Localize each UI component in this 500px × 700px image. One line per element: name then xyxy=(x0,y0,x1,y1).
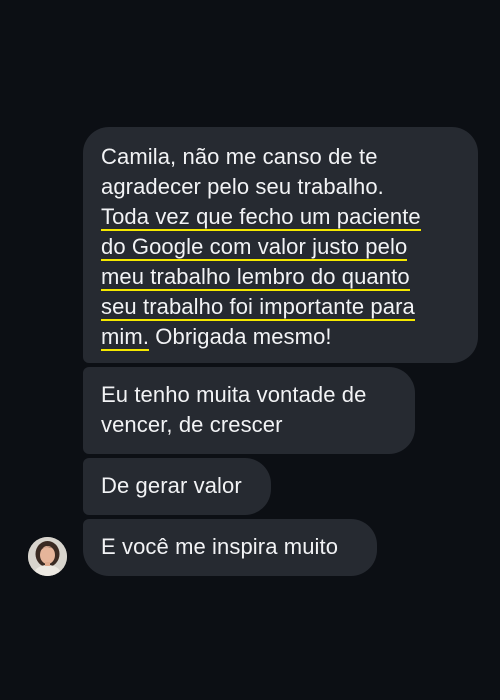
message-line: De gerar valor xyxy=(101,473,242,498)
avatar-photo-icon xyxy=(28,537,67,576)
message-line: Toda vez que fecho um paciente xyxy=(101,202,460,232)
message-line: agradecer pelo seu trabalho. xyxy=(101,174,384,199)
user-avatar-icon[interactable] xyxy=(28,537,67,576)
message-line: vencer, de crescer xyxy=(101,412,283,437)
message-line: seu trabalho foi importante para xyxy=(101,292,460,322)
message-bubble[interactable]: E você me inspira muito xyxy=(83,519,377,576)
message-line: Camila, não me canso de te xyxy=(101,144,378,169)
highlighted-text: seu trabalho foi importante para xyxy=(101,294,415,321)
message-line: Eu tenho muita vontade de xyxy=(101,382,367,407)
highlighted-text: mim. xyxy=(101,324,150,351)
message-line: mim. Obrigada mesmo! xyxy=(101,322,460,352)
highlighted-text: do Google com valor justo pelo xyxy=(101,234,408,261)
message-line: meu trabalho lembro do quanto xyxy=(101,262,460,292)
message-bubble[interactable]: De gerar valor xyxy=(83,458,271,515)
highlighted-text: meu trabalho lembro do quanto xyxy=(101,264,410,291)
message-line: E você me inspira muito xyxy=(101,534,339,559)
message-line: do Google com valor justo pelo xyxy=(101,232,460,262)
message-bubble[interactable]: Eu tenho muita vontade de vencer, de cre… xyxy=(83,367,415,454)
message-bubble[interactable]: Camila, não me canso de te agradecer pel… xyxy=(83,127,478,363)
highlighted-text: Toda vez que fecho um paciente xyxy=(101,204,421,231)
message-text: Obrigada mesmo! xyxy=(149,324,332,349)
